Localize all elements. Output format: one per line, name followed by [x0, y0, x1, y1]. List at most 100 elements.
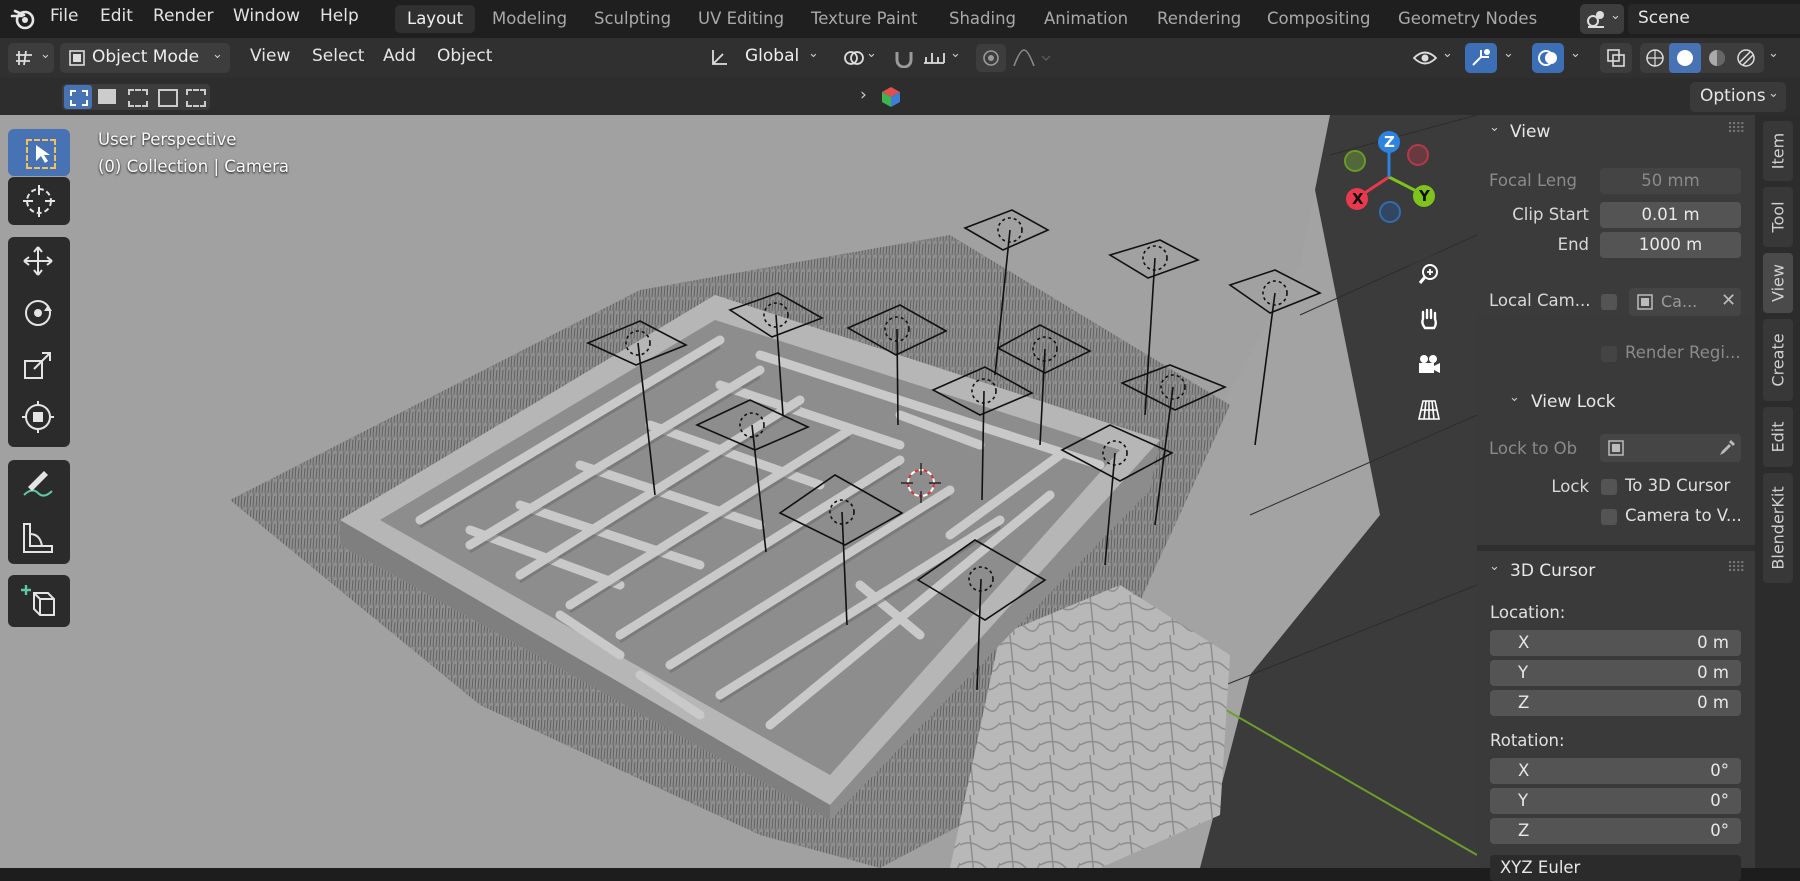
- perspective-toggle-button[interactable]: [1408, 389, 1450, 431]
- xray-toggle-button[interactable]: [1600, 43, 1632, 73]
- drag-handle-icon[interactable]: ⠿⠿: [1727, 560, 1745, 576]
- solid-shading-button[interactable]: [1669, 43, 1701, 73]
- snap-magnet-icon[interactable]: [893, 48, 915, 68]
- select-extend-icon[interactable]: [98, 89, 116, 104]
- lock-to-object-field[interactable]: [1600, 434, 1741, 462]
- select-box-tool[interactable]: [8, 129, 70, 176]
- tab-blenderkit[interactable]: BlenderKit: [1763, 473, 1793, 583]
- 3d-cursor-section-header[interactable]: ⌄ 3D Cursor ⠿⠿: [1477, 551, 1755, 591]
- move-tool-icon[interactable]: [22, 245, 54, 277]
- rotation-x-field[interactable]: X 0°: [1490, 758, 1741, 784]
- scene-name-field[interactable]: Scene: [1628, 4, 1800, 34]
- clip-start-field[interactable]: 0.01 m: [1600, 202, 1741, 228]
- visibility-dropdown[interactable]: ⌄: [1410, 43, 1458, 73]
- camera-to-view-checkbox[interactable]: [1601, 509, 1617, 525]
- to-3d-cursor-checkbox[interactable]: [1601, 479, 1617, 495]
- shading-mode-group: [1640, 43, 1764, 73]
- material-shading-icon[interactable]: [1707, 48, 1727, 68]
- transform-orientation-dropdown[interactable]: Global ⌄: [705, 43, 827, 73]
- object-mode-dropdown[interactable]: Object Mode ⌄: [60, 43, 230, 73]
- add-cube-tool[interactable]: [8, 575, 70, 627]
- pan-button[interactable]: [1408, 298, 1450, 340]
- menu-file[interactable]: File: [50, 6, 78, 26]
- clip-end-field[interactable]: 1000 m: [1600, 232, 1741, 258]
- camera-view-button[interactable]: [1408, 344, 1450, 386]
- chevron-down-icon[interactable]: ⌄: [1570, 46, 1581, 61]
- view-section-header[interactable]: ⌄ View ⠿⠿: [1477, 115, 1755, 149]
- tab-rendering[interactable]: Rendering: [1145, 5, 1253, 33]
- rotation-y-field[interactable]: Y 0°: [1490, 788, 1741, 814]
- eyedropper-icon[interactable]: [1718, 439, 1736, 457]
- cursor-tool[interactable]: [8, 177, 70, 225]
- header-menu-add[interactable]: Add: [383, 46, 416, 66]
- rendered-shading-icon[interactable]: [1736, 48, 1756, 68]
- zoom-button[interactable]: [1408, 253, 1450, 295]
- menu-edit[interactable]: Edit: [100, 6, 133, 26]
- header-menu-view[interactable]: View: [250, 46, 290, 66]
- gizmo-toggle-button[interactable]: [1465, 43, 1497, 73]
- overlays-toggle-button[interactable]: [1532, 43, 1564, 73]
- location-z-field[interactable]: Z 0 m: [1490, 690, 1741, 716]
- local-camera-label: Local Cam...: [1489, 291, 1591, 310]
- menu-window[interactable]: Window: [233, 6, 300, 26]
- snap-target-dropdown[interactable]: ⌄: [920, 43, 966, 73]
- clear-x-icon[interactable]: ✕: [1721, 290, 1736, 311]
- tab-view[interactable]: View: [1763, 253, 1793, 313]
- menu-render[interactable]: Render: [153, 6, 214, 26]
- measure-tool-icon[interactable]: [20, 520, 56, 556]
- scene-selector-button[interactable]: ⌄: [1580, 4, 1624, 34]
- tab-modeling[interactable]: Modeling: [480, 5, 579, 33]
- tab-edit[interactable]: Edit: [1763, 407, 1793, 467]
- tab-compositing[interactable]: Compositing: [1255, 5, 1382, 33]
- tab-texture-paint[interactable]: Texture Paint: [799, 5, 929, 33]
- select-subtract-icon[interactable]: [128, 89, 148, 107]
- header-menu-object[interactable]: Object: [437, 46, 492, 66]
- annotate-tool-icon[interactable]: [20, 467, 56, 503]
- header-menu-select[interactable]: Select: [312, 46, 364, 66]
- scale-tool-icon[interactable]: [22, 349, 54, 381]
- pivot-point-dropdown[interactable]: ⌄: [838, 43, 882, 73]
- tab-geometry-nodes[interactable]: Geometry Nodes: [1386, 5, 1549, 33]
- tab-animation[interactable]: Animation: [1032, 5, 1140, 33]
- tab-tool[interactable]: Tool: [1763, 187, 1793, 247]
- blender-logo-icon[interactable]: [10, 7, 36, 31]
- render-region-checkbox[interactable]: [1601, 346, 1617, 362]
- 3d-viewport[interactable]: User Perspective (0) Collection | Camera: [0, 115, 1477, 868]
- tab-sculpting[interactable]: Sculpting: [582, 5, 683, 33]
- chevron-down-icon[interactable]: ⌄: [1768, 46, 1779, 61]
- focal-length-field[interactable]: 50 mm: [1600, 168, 1741, 194]
- proportional-edit-button[interactable]: [976, 44, 1006, 72]
- tab-layout[interactable]: Layout: [395, 5, 476, 33]
- rotation-mode-dropdown[interactable]: XYZ Euler: [1490, 855, 1741, 881]
- selection-mode-group: [62, 84, 210, 110]
- tab-item[interactable]: Item: [1763, 121, 1793, 181]
- scene-name-text: Scene: [1638, 8, 1690, 28]
- chevron-right-icon[interactable]: ›: [860, 85, 867, 105]
- view-lock-title[interactable]: View Lock: [1531, 392, 1616, 412]
- tab-shading[interactable]: Shading: [937, 5, 1028, 33]
- tab-create[interactable]: Create: [1763, 319, 1793, 401]
- chevron-down-icon: ⌄: [808, 46, 819, 61]
- menu-help[interactable]: Help: [320, 6, 359, 26]
- local-camera-field[interactable]: Ca... ✕: [1629, 288, 1741, 316]
- rotate-tool-icon[interactable]: [22, 297, 54, 329]
- rotation-x-value: 0°: [1710, 761, 1729, 780]
- transform-tool-icon[interactable]: [22, 401, 54, 433]
- wireframe-shading-icon[interactable]: [1645, 48, 1665, 68]
- local-camera-checkbox[interactable]: [1601, 294, 1617, 310]
- options-dropdown[interactable]: Options ⌄: [1690, 82, 1786, 112]
- drag-handle-icon[interactable]: ⠿⠿: [1727, 121, 1745, 137]
- object-icon: [1637, 294, 1653, 310]
- select-new-button[interactable]: [64, 85, 92, 109]
- editor-type-button[interactable]: ⌄: [8, 43, 54, 73]
- chevron-down-icon[interactable]: ⌄: [1509, 390, 1520, 405]
- rotation-z-field[interactable]: Z 0°: [1490, 818, 1741, 844]
- location-x-field[interactable]: X 0 m: [1490, 630, 1741, 656]
- tab-uv-editing[interactable]: UV Editing: [686, 5, 796, 33]
- select-invert-icon[interactable]: [158, 89, 178, 107]
- camera-to-view-label: Camera to V...: [1625, 506, 1742, 525]
- select-intersect-icon[interactable]: [186, 89, 206, 107]
- falloff-curve-icon[interactable]: [1012, 48, 1052, 68]
- location-y-field[interactable]: Y 0 m: [1490, 660, 1741, 686]
- chevron-down-icon[interactable]: ⌄: [1503, 46, 1514, 61]
